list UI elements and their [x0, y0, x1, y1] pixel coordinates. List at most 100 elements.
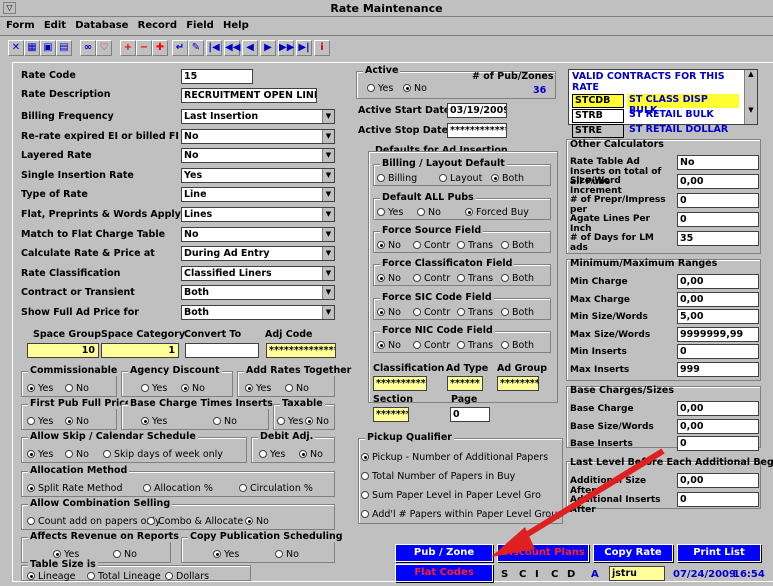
print-list-button[interactable]: Print List: [677, 544, 761, 562]
row-select-9[interactable]: Both ▼: [181, 285, 335, 301]
chevron-down-icon[interactable]: ▼: [322, 286, 334, 300]
radio-icon[interactable]: [181, 384, 189, 392]
radio-icon[interactable]: [403, 84, 411, 92]
allocation-opt-1[interactable]: Allocation %: [143, 483, 213, 494]
combination-opt-0[interactable]: Count add on papers only: [27, 516, 161, 527]
remove-icon[interactable]: −: [136, 40, 152, 56]
debit-adj-opt-1[interactable]: No: [299, 449, 323, 460]
rate-description-field[interactable]: RECRUITMENT OPEN LINER: [181, 88, 317, 103]
scroll-down-icon[interactable]: ▼: [745, 106, 757, 114]
radio-icon[interactable]: [377, 208, 385, 216]
combination-opt-2[interactable]: No: [245, 516, 269, 527]
first-record-icon[interactable]: |◀: [206, 40, 222, 56]
prev-record-icon[interactable]: ◀: [242, 40, 258, 56]
radio-icon[interactable]: [377, 174, 385, 182]
radio-icon[interactable]: [299, 450, 307, 458]
insert-icon[interactable]: ✚: [152, 40, 168, 56]
force-nic-opt-1[interactable]: Contr: [413, 340, 450, 351]
radio-icon[interactable]: [213, 417, 221, 425]
radio-icon[interactable]: [113, 550, 121, 558]
taxable-opt-0[interactable]: Yes: [277, 416, 303, 427]
first-pub-opt-0[interactable]: Yes: [27, 416, 53, 427]
radio-icon[interactable]: [141, 384, 149, 392]
radio-icon[interactable]: [245, 517, 253, 525]
force-nic-opt-3[interactable]: Both: [501, 340, 534, 351]
radio-icon[interactable]: [377, 308, 385, 316]
table-size-opt-0[interactable]: Lineage: [27, 571, 76, 582]
taxable-opt-1[interactable]: No: [305, 416, 329, 427]
menu-field[interactable]: Field: [186, 20, 214, 31]
radio-icon[interactable]: [65, 384, 73, 392]
debit-adj-opt-0[interactable]: Yes: [259, 449, 285, 460]
link-icon[interactable]: ∞: [80, 40, 96, 56]
radio-icon[interactable]: [465, 208, 473, 216]
radio-icon[interactable]: [141, 417, 149, 425]
radio-icon[interactable]: [27, 517, 35, 525]
chevron-down-icon[interactable]: ▼: [322, 227, 334, 241]
contract-row[interactable]: STRE ST RETAIL DOLLAR: [569, 124, 757, 139]
billing-layout-opt-2[interactable]: Both: [491, 173, 524, 184]
table-size-opt-1[interactable]: Total Lineage: [87, 571, 161, 582]
radio-icon[interactable]: [413, 241, 421, 249]
radio-icon[interactable]: [165, 572, 173, 580]
radio-icon[interactable]: [143, 484, 151, 492]
radio-icon[interactable]: [305, 417, 313, 425]
edit-icon[interactable]: ✎: [188, 40, 204, 56]
other-calc-field-1[interactable]: 0,00: [677, 174, 759, 189]
copy-pub-opt-0[interactable]: Yes: [213, 549, 239, 560]
menu-record[interactable]: Record: [138, 20, 177, 31]
default-all-pubs-opt-2[interactable]: Forced Buy: [465, 207, 529, 218]
row-select-10[interactable]: Both ▼: [181, 305, 335, 320]
commissionable-opt-1[interactable]: No: [65, 383, 89, 394]
base-field-0[interactable]: 0,00: [677, 401, 759, 416]
radio-icon[interactable]: [377, 241, 385, 249]
menu-database[interactable]: Database: [75, 20, 128, 31]
info-icon[interactable]: i: [314, 40, 330, 56]
force-nic-opt-2[interactable]: Trans: [457, 340, 493, 351]
allocation-opt-0[interactable]: Split Rate Method: [27, 483, 123, 494]
radio-icon[interactable]: [377, 341, 385, 349]
page-field[interactable]: 0: [450, 407, 490, 422]
force-source-opt-1[interactable]: Contr: [413, 240, 450, 251]
allocation-opt-2[interactable]: Circulation %: [239, 483, 313, 494]
force-nic-opt-0[interactable]: No: [377, 340, 401, 351]
minmax-field-4[interactable]: 0: [677, 344, 759, 360]
grid-icon[interactable]: ▦: [24, 40, 40, 56]
radio-icon[interactable]: [65, 417, 73, 425]
row-select-1[interactable]: No ▼: [181, 128, 335, 144]
base-field-2[interactable]: 0: [677, 436, 759, 452]
radio-icon[interactable]: [367, 84, 375, 92]
active-opt-1[interactable]: No: [403, 83, 427, 94]
last-level-field-1[interactable]: 0: [677, 492, 759, 507]
row-select-3[interactable]: Yes ▼: [181, 167, 335, 183]
radio-icon[interactable]: [417, 208, 425, 216]
add-rates-opt-1[interactable]: No: [285, 383, 309, 394]
radio-icon[interactable]: [147, 517, 155, 525]
row-select-2[interactable]: No ▼: [181, 148, 335, 164]
radio-icon[interactable]: [413, 341, 421, 349]
convert-to-field[interactable]: [185, 343, 259, 358]
enter-icon[interactable]: ↵: [172, 40, 188, 56]
chevron-down-icon[interactable]: ▼: [322, 306, 334, 319]
billing-layout-opt-0[interactable]: Billing: [377, 173, 417, 184]
force-class-opt-2[interactable]: Trans: [457, 273, 493, 284]
radio-icon[interactable]: [361, 510, 369, 518]
allow-skip-opt-0[interactable]: Yes: [27, 449, 53, 460]
space-group-field[interactable]: 10: [27, 343, 99, 358]
add-rates-opt-0[interactable]: Yes: [245, 383, 271, 394]
space-category-field[interactable]: 1: [101, 343, 179, 358]
copy-pub-opt-1[interactable]: No: [275, 549, 299, 560]
radio-icon[interactable]: [259, 450, 267, 458]
menu-help[interactable]: Help: [223, 20, 249, 31]
force-source-opt-3[interactable]: Both: [501, 240, 534, 251]
force-source-opt-2[interactable]: Trans: [457, 240, 493, 251]
radio-icon[interactable]: [439, 174, 447, 182]
row-select-4[interactable]: Line ▼: [181, 187, 335, 203]
adj-code-field[interactable]: ****************: [266, 343, 336, 358]
radio-icon[interactable]: [285, 384, 293, 392]
minmax-field-1[interactable]: 0,00: [677, 291, 759, 307]
radio-icon[interactable]: [501, 341, 509, 349]
radio-icon[interactable]: [87, 572, 95, 580]
chevron-down-icon[interactable]: ▼: [322, 129, 334, 143]
commissionable-opt-0[interactable]: Yes: [27, 383, 53, 394]
